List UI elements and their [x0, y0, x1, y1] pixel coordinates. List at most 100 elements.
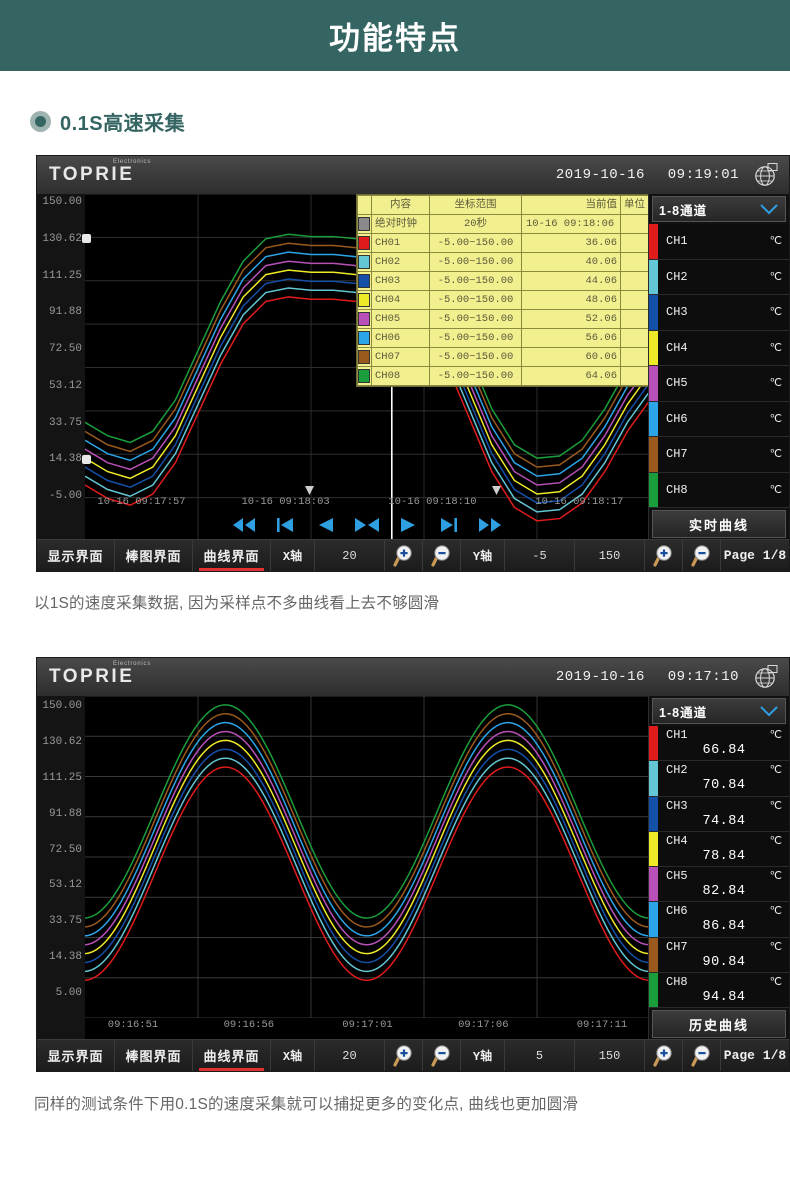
device2-plot[interactable]	[85, 696, 650, 1018]
device2-topbar: TOPRIE Electronics 2019-10-16 09:17:10	[37, 658, 789, 696]
sidebar-channel-row[interactable]: CH3 ℃	[649, 295, 789, 331]
x-tick-label: 09:17:11	[576, 1019, 628, 1031]
table-row[interactable]: CH08 -5.00~150.00 64.06	[357, 366, 649, 386]
caption-2: 同样的测试条件下用0.1S的速度采集就可以捕捉更多的变化点, 曲线也更加圆滑	[34, 1096, 579, 1113]
page-indicator[interactable]: Page 1/8	[721, 540, 789, 571]
device1-channel-group-select[interactable]: 1-8通道	[652, 196, 786, 222]
zoom-in-icon	[392, 1044, 412, 1067]
device2-channel-group-select[interactable]: 1-8通道	[652, 698, 786, 724]
device2-plot-wrap: 150.00 130.62 111.25 91.88 72.50 53.12 33.75 14…	[37, 696, 650, 1041]
sidebar-channel-row[interactable]: CH7 ℃ 90.84	[649, 937, 789, 973]
zoom-out-icon	[430, 1044, 450, 1067]
device1-toolbar: 显示界面 棒图界面 曲线界面 X轴 20 Y轴 -5 150 Page 1/8	[37, 539, 789, 571]
sidebar-channel-row[interactable]: CH5 ℃	[649, 366, 789, 402]
channel-value: 66.84	[702, 743, 746, 759]
table-row[interactable]: CH02 -5.00~150.00 40.06	[357, 252, 649, 272]
channel-color-bar	[649, 902, 658, 937]
device1-curve-mode-button[interactable]: 实时曲线	[652, 510, 786, 538]
sidebar-channel-row[interactable]: CH4 ℃ 78.84	[649, 831, 789, 867]
forward-fast-icon[interactable]	[476, 515, 504, 535]
x-axis-value[interactable]: 20	[315, 540, 385, 571]
page-title: 功能特点	[329, 21, 461, 56]
logo-superscript: Electronics	[113, 159, 152, 165]
sidebar-channel-row[interactable]: CH2 ℃	[649, 259, 789, 295]
sidebar-channel-row[interactable]: CH7 ℃	[649, 437, 789, 473]
sidebar-channel-row[interactable]: CH8 ℃ 94.84	[649, 972, 789, 1008]
chevron-down-icon	[760, 204, 778, 215]
step-back-icon[interactable]	[312, 515, 340, 535]
y-zoom-in-button[interactable]	[645, 1040, 683, 1071]
table-row[interactable]: CH05 -5.00~150.00 52.06	[357, 309, 649, 329]
play-icon[interactable]	[394, 515, 422, 535]
tab-curve-view[interactable]: 曲线界面	[193, 540, 271, 571]
table-cell	[620, 309, 649, 329]
y-zoom-in-button[interactable]	[645, 540, 683, 571]
tab-curve-view[interactable]: 曲线界面	[193, 1040, 271, 1071]
device1-data-table: 内容 坐标范围 当前值 单位 绝对时钟 20秒 10-16 09:18:06 CH01 -5.0…	[356, 194, 650, 387]
table-cell	[620, 233, 649, 253]
center-icon[interactable]	[353, 515, 381, 535]
table-row[interactable]: CH01 -5.00~150.00 36.06	[357, 233, 649, 253]
tab-bar-view[interactable]: 棒图界面	[115, 540, 193, 571]
sidebar-channel-row[interactable]: CH2 ℃ 70.84	[649, 761, 789, 797]
y-tick-label: 111.25	[42, 269, 82, 282]
sidebar-channel-row[interactable]: CH5 ℃ 82.84	[649, 867, 789, 903]
globe-icon[interactable]	[753, 162, 779, 188]
table-row[interactable]: 绝对时钟 20秒 10-16 09:18:06	[357, 214, 649, 234]
y-axis-min[interactable]: 5	[505, 1040, 575, 1071]
table-row[interactable]: CH04 -5.00~150.00 48.06	[357, 290, 649, 310]
sidebar-channel-row[interactable]: CH6 ℃ 86.84	[649, 902, 789, 938]
table-cell: -5.00~150.00	[429, 233, 522, 253]
x-zoom-out-button[interactable]	[423, 1040, 461, 1071]
y-axis-label: Y轴	[461, 1040, 505, 1071]
table-row[interactable]: CH07 -5.00~150.00 60.06	[357, 347, 649, 367]
y-tick-label: 14.38	[48, 453, 82, 466]
x-zoom-in-button[interactable]	[385, 1040, 423, 1071]
x-zoom-in-button[interactable]	[385, 540, 423, 571]
sidebar-channel-row[interactable]: CH6 ℃	[649, 401, 789, 437]
table-header-cell: 内容	[371, 195, 430, 215]
y-zoom-out-button[interactable]	[683, 1040, 721, 1071]
table-cell	[620, 252, 649, 272]
device-screen-1: TOPRIE Electronics 2019-10-16 09:19:01 1…	[36, 155, 790, 572]
x-zoom-out-button[interactable]	[423, 540, 461, 571]
x-axis-value[interactable]: 20	[315, 1040, 385, 1071]
globe-icon[interactable]	[753, 664, 779, 690]
sidebar-channel-row[interactable]: CH8 ℃	[649, 472, 789, 508]
skip-end-icon[interactable]	[435, 515, 463, 535]
tab-display-view[interactable]: 显示界面	[37, 540, 115, 571]
zoom-out-icon	[430, 544, 450, 567]
tab-bar-view[interactable]: 棒图界面	[115, 1040, 193, 1071]
channel-unit: ℃	[769, 271, 782, 284]
table-cell: -5.00~150.00	[429, 347, 522, 367]
y-axis-min[interactable]: -5	[505, 540, 575, 571]
sidebar-channel-row[interactable]: CH1 ℃	[649, 224, 789, 260]
y-axis-max[interactable]: 150	[575, 1040, 645, 1071]
skip-start-icon[interactable]	[271, 515, 299, 535]
table-cell: 40.06	[521, 252, 621, 272]
table-header-cell: 单位	[620, 195, 649, 215]
channel-color-bar	[649, 796, 658, 831]
y-axis-max[interactable]: 150	[575, 540, 645, 571]
channel-color-bar	[649, 401, 658, 436]
table-row[interactable]: CH03 -5.00~150.00 44.06	[357, 271, 649, 291]
device2-curve-mode-button[interactable]: 历史曲线	[652, 1010, 786, 1038]
y-cursor-handle-lower[interactable]	[82, 455, 91, 464]
table-cell	[620, 290, 649, 310]
zoom-in-icon	[392, 544, 412, 567]
y-cursor-handle-upper[interactable]	[82, 234, 91, 243]
tab-display-view[interactable]: 显示界面	[37, 1040, 115, 1071]
table-row[interactable]: CH06 -5.00~150.00 56.06	[357, 328, 649, 348]
table-cell	[620, 214, 649, 234]
x-tick-label: 10-16 09:17:57	[97, 496, 186, 508]
sidebar-channel-row[interactable]: CH4 ℃	[649, 330, 789, 366]
y-tick-label: 33.75	[48, 915, 82, 928]
page-header: 功能特点	[0, 0, 790, 71]
channel-value: 86.84	[702, 919, 746, 935]
page-indicator[interactable]: Page 1/8	[721, 1040, 789, 1071]
sidebar-channel-row[interactable]: CH1 ℃ 66.84	[649, 726, 789, 762]
table-cell: 10-16 09:18:06	[521, 214, 621, 234]
y-zoom-out-button[interactable]	[683, 540, 721, 571]
rewind-fast-icon[interactable]	[230, 515, 258, 535]
sidebar-channel-row[interactable]: CH3 ℃ 74.84	[649, 796, 789, 832]
